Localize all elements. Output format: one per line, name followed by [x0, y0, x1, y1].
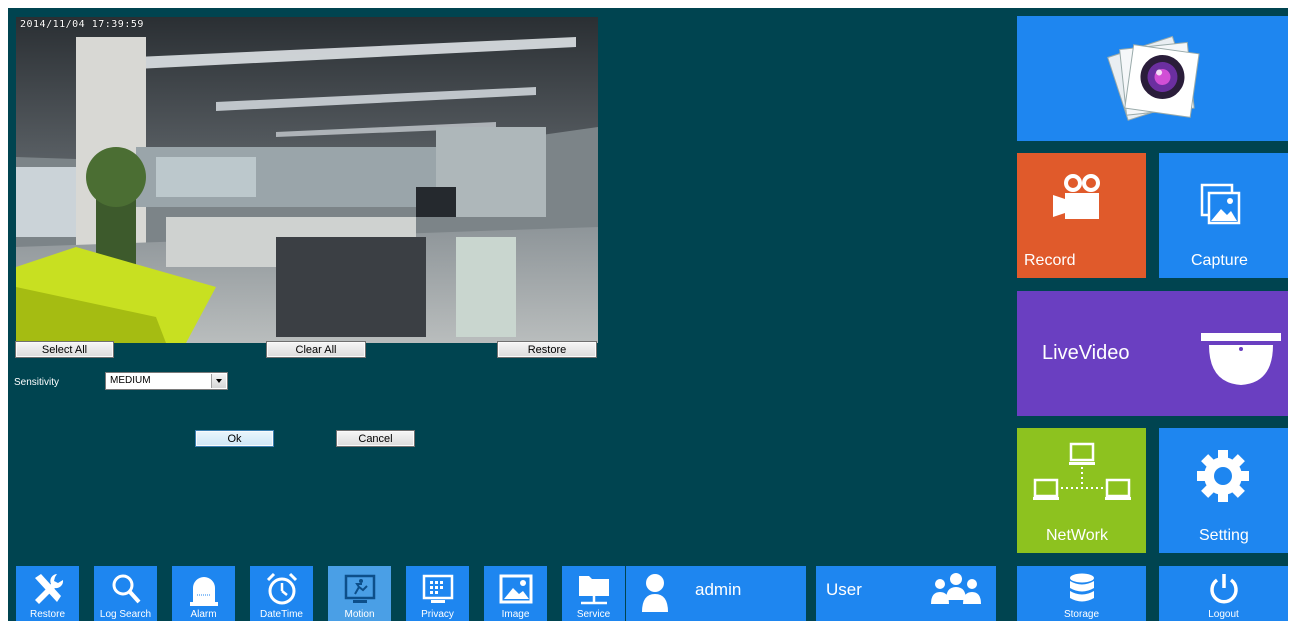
restore-tile-label: Restore — [29, 609, 65, 620]
service-icon — [579, 576, 609, 605]
tools-icon — [35, 574, 64, 604]
user-group-label: User — [826, 580, 862, 599]
app-window: 2014/11/04 17:39:59 Select All Clear All… — [0, 0, 1296, 621]
office-scene-image — [16, 17, 598, 343]
network-topology-icon — [1033, 442, 1131, 500]
live-video-label: LiveVideo — [1042, 342, 1130, 364]
sensitivity-select[interactable]: MEDIUM — [105, 372, 228, 390]
select-all-button[interactable]: Select All — [15, 341, 114, 358]
restore-area-button[interactable]: Restore — [497, 341, 597, 358]
clock-icon — [266, 572, 298, 605]
privacy-icon — [422, 574, 454, 603]
motion-tile-label: Motion — [344, 609, 375, 620]
storage-label: Storage — [1063, 609, 1100, 620]
sensitivity-label: Sensitivity — [14, 377, 60, 388]
sensitivity-value: MEDIUM — [110, 375, 151, 386]
chevron-down-icon[interactable] — [211, 374, 226, 388]
main-panel: 2014/11/04 17:39:59 Select All Clear All… — [8, 8, 1288, 621]
user-icon — [642, 574, 668, 612]
users-group-icon — [931, 573, 981, 604]
gear-icon — [1197, 450, 1249, 502]
admin-name: admin — [695, 580, 742, 599]
clear-all-button[interactable]: Clear All — [266, 341, 366, 358]
datetime-tile-label: DateTime — [260, 609, 303, 620]
gallery-tile[interactable] — [1017, 16, 1288, 141]
privacy-tile[interactable]: Privacy — [406, 566, 469, 621]
live-video-tile[interactable]: LiveVideo — [1017, 291, 1288, 416]
dome-camera-icon — [1201, 333, 1281, 385]
log-search-tile[interactable]: Log Search — [94, 566, 157, 621]
cancel-button[interactable]: Cancel — [336, 430, 415, 447]
privacy-tile-label: Privacy — [421, 609, 454, 620]
network-label: NetWork — [1046, 527, 1108, 544]
record-tile[interactable]: Record — [1017, 153, 1146, 278]
capture-label: Capture — [1191, 252, 1248, 269]
alarm-icon — [190, 577, 218, 606]
picture-frame-icon — [1200, 183, 1241, 225]
image-tile[interactable]: Image — [484, 566, 547, 621]
video-camera-icon — [1053, 174, 1100, 219]
power-icon — [1210, 574, 1238, 604]
log-search-tile-label: Log Search — [99, 609, 152, 620]
storage-tile[interactable]: Storage — [1017, 566, 1146, 621]
setting-label: Setting — [1199, 527, 1249, 544]
camera-preview[interactable]: 2014/11/04 17:39:59 — [16, 17, 598, 343]
image-icon — [499, 574, 533, 604]
timestamp-overlay: 2014/11/04 17:39:59 — [20, 19, 144, 30]
search-icon — [112, 574, 141, 604]
database-icon — [1070, 573, 1094, 602]
alarm-tile-label: Alarm — [190, 609, 217, 620]
datetime-tile[interactable]: DateTime — [250, 566, 313, 621]
alarm-tile[interactable]: Alarm — [172, 566, 235, 621]
setting-tile[interactable]: Setting — [1159, 428, 1288, 553]
record-label: Record — [1024, 252, 1076, 269]
service-tile[interactable]: Service — [562, 566, 625, 621]
capture-tile[interactable]: Capture — [1159, 153, 1288, 278]
logout-tile[interactable]: Logout — [1159, 566, 1288, 621]
admin-user-tile[interactable]: admin — [626, 566, 806, 621]
photo-gallery-icon — [1107, 35, 1200, 121]
image-tile-label: Image — [501, 609, 530, 620]
motion-icon — [344, 574, 376, 603]
network-tile[interactable]: NetWork — [1017, 428, 1146, 553]
logout-label: Logout — [1208, 609, 1239, 620]
motion-tile[interactable]: Motion — [328, 566, 391, 621]
restore-tile[interactable]: Restore — [16, 566, 79, 621]
ok-button[interactable]: Ok — [195, 430, 274, 447]
service-tile-label: Service — [576, 609, 611, 620]
user-group-tile[interactable]: User — [816, 566, 996, 621]
